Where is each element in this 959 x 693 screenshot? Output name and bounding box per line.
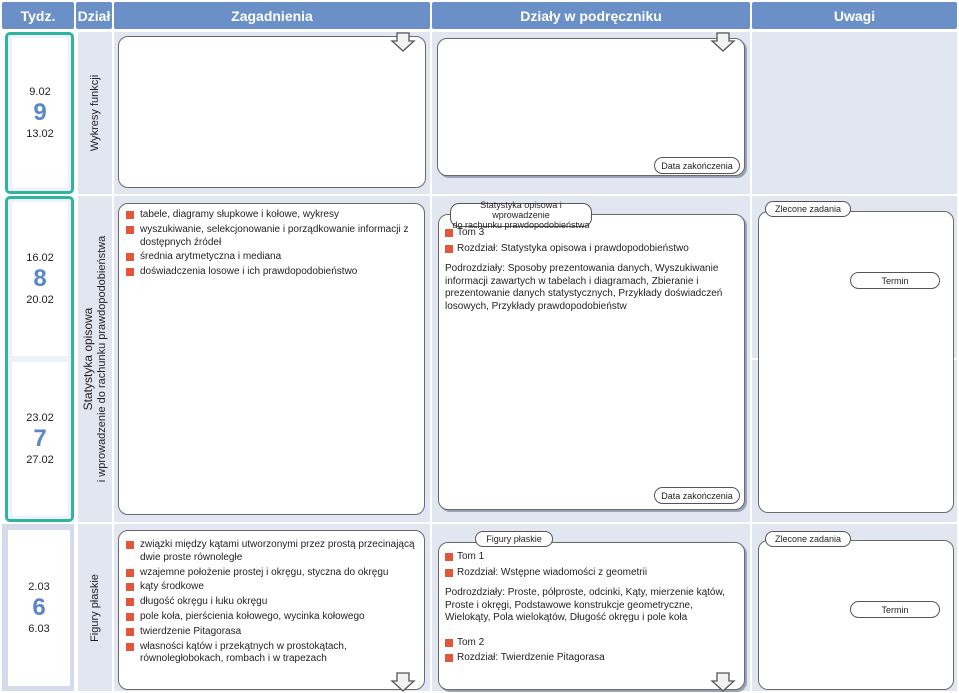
week-end-date: 20.02 [26, 294, 54, 306]
list-item: wyszukiwanie, selekcjonowanie i porządko… [126, 224, 416, 250]
volume-label: Tom 3 [445, 227, 740, 240]
arrow-down-icon[interactable] [390, 32, 416, 52]
topics-panel-1[interactable] [118, 36, 426, 188]
week-start-date: 9.02 [29, 86, 51, 98]
volume-label: Tom 2 [445, 637, 740, 650]
arrow-down-icon[interactable] [710, 32, 736, 52]
topics-list-stats: tabele, diagramy słupkowe i kołowe, wykr… [126, 209, 416, 281]
week-end-date: 27.02 [26, 454, 54, 466]
week-6-box: 2.03 6 6.03 [8, 530, 70, 686]
chapter-label: Rozdział: Twierdzenie Pitagorasa [445, 652, 740, 665]
list-item: długość okręgu i łuku okręgu [126, 596, 418, 609]
week-end-date: 6.03 [28, 623, 50, 635]
list-item: pole koła, pierścienia kołowego, wycinka… [126, 611, 418, 624]
list-item: wzajemne położenie prostej i okręgu, sty… [126, 567, 418, 580]
header-book-sections: Działy w podręczniku [432, 2, 750, 29]
assigned-tasks-tag[interactable]: Zlecone zadania [765, 201, 851, 217]
topics-list-figures: związki między kątami utworzonymi przez … [126, 539, 418, 668]
week-9-box: 9.02 9 13.02 [12, 38, 68, 188]
section-label-3: Figury płaskie [89, 573, 102, 642]
list-item: związki między kątami utworzonymi przez … [126, 539, 418, 565]
book-info-figures: Tom 1 Rozdział: Wstępne wiadomości z geo… [445, 551, 740, 668]
week-7-box: 23.02 7 27.02 [12, 362, 68, 516]
week-number: 7 [33, 425, 47, 452]
list-item: twierdzenie Pitagorasa [126, 626, 418, 639]
week-start-date: 2.03 [28, 581, 50, 593]
end-date-tag[interactable]: Data zakończenia [654, 157, 740, 174]
list-item: średnia arytmetyczna i mediana [126, 251, 416, 264]
header-week: Tydz. [2, 2, 74, 29]
book-info-stats: Tom 3 Rozdział: Statystyka opisowa i pra… [445, 227, 740, 321]
week-number: 6 [32, 594, 46, 621]
chapter-label: Rozdział: Statystyka opisowa i prawdopod… [445, 243, 740, 256]
list-item: doświadczenia losowe i ich prawdopodobie… [126, 266, 416, 279]
chapter-label: Rozdział: Wstępne wiadomości z geometrii [445, 567, 740, 580]
week-end-date: 13.02 [26, 128, 54, 140]
notes-panel-2[interactable] [758, 211, 954, 513]
assigned-tasks-tag[interactable]: Zlecone zadania [765, 531, 851, 547]
header-topics: Zagadnienia [114, 2, 430, 29]
header-notes: Uwagi [752, 2, 957, 29]
subsections-text: Podrozdziały: Proste, półproste, odcinki… [445, 587, 725, 623]
section-label-2-line1: Statystyka opisowa [81, 307, 95, 411]
header-section: Dział [76, 2, 112, 29]
week-start-date: 16.02 [26, 252, 54, 264]
list-item: tabele, diagramy słupkowe i kołowe, wykr… [126, 209, 416, 222]
deadline-tag[interactable]: Termin [850, 272, 940, 289]
book-section-tag[interactable]: Statystyka opisowa i wprowadzenie do rac… [450, 200, 592, 230]
arrow-down-icon[interactable] [390, 672, 416, 692]
subsections-text: Podrozdziały: Sposoby prezentowania dany… [445, 263, 723, 312]
volume-label: Tom 1 [445, 551, 740, 564]
arrow-down-icon[interactable] [710, 672, 736, 692]
notes-cell-1 [752, 32, 957, 194]
end-date-tag[interactable]: Data zakończenia [654, 487, 740, 504]
week-start-date: 23.02 [26, 412, 54, 424]
book-panel-1[interactable] [437, 38, 745, 176]
list-item: kąty środkowe [126, 581, 418, 594]
list-item: własności kątów i przekątnych w prostoką… [126, 641, 418, 667]
week-8-box: 16.02 8 20.02 [12, 202, 68, 356]
week-number: 8 [33, 265, 47, 292]
section-label-2: Statystyka opisowa i wprowadzenie do rac… [78, 196, 112, 522]
week-number: 9 [33, 99, 47, 126]
section-label-1: Wykresy funkcji [89, 74, 101, 152]
deadline-tag[interactable]: Termin [850, 601, 940, 618]
book-section-tag[interactable]: Figury płaskie [475, 531, 553, 547]
section-label-2-line2: i wprowadzenie do rachunku prawdopodobie… [96, 235, 108, 483]
